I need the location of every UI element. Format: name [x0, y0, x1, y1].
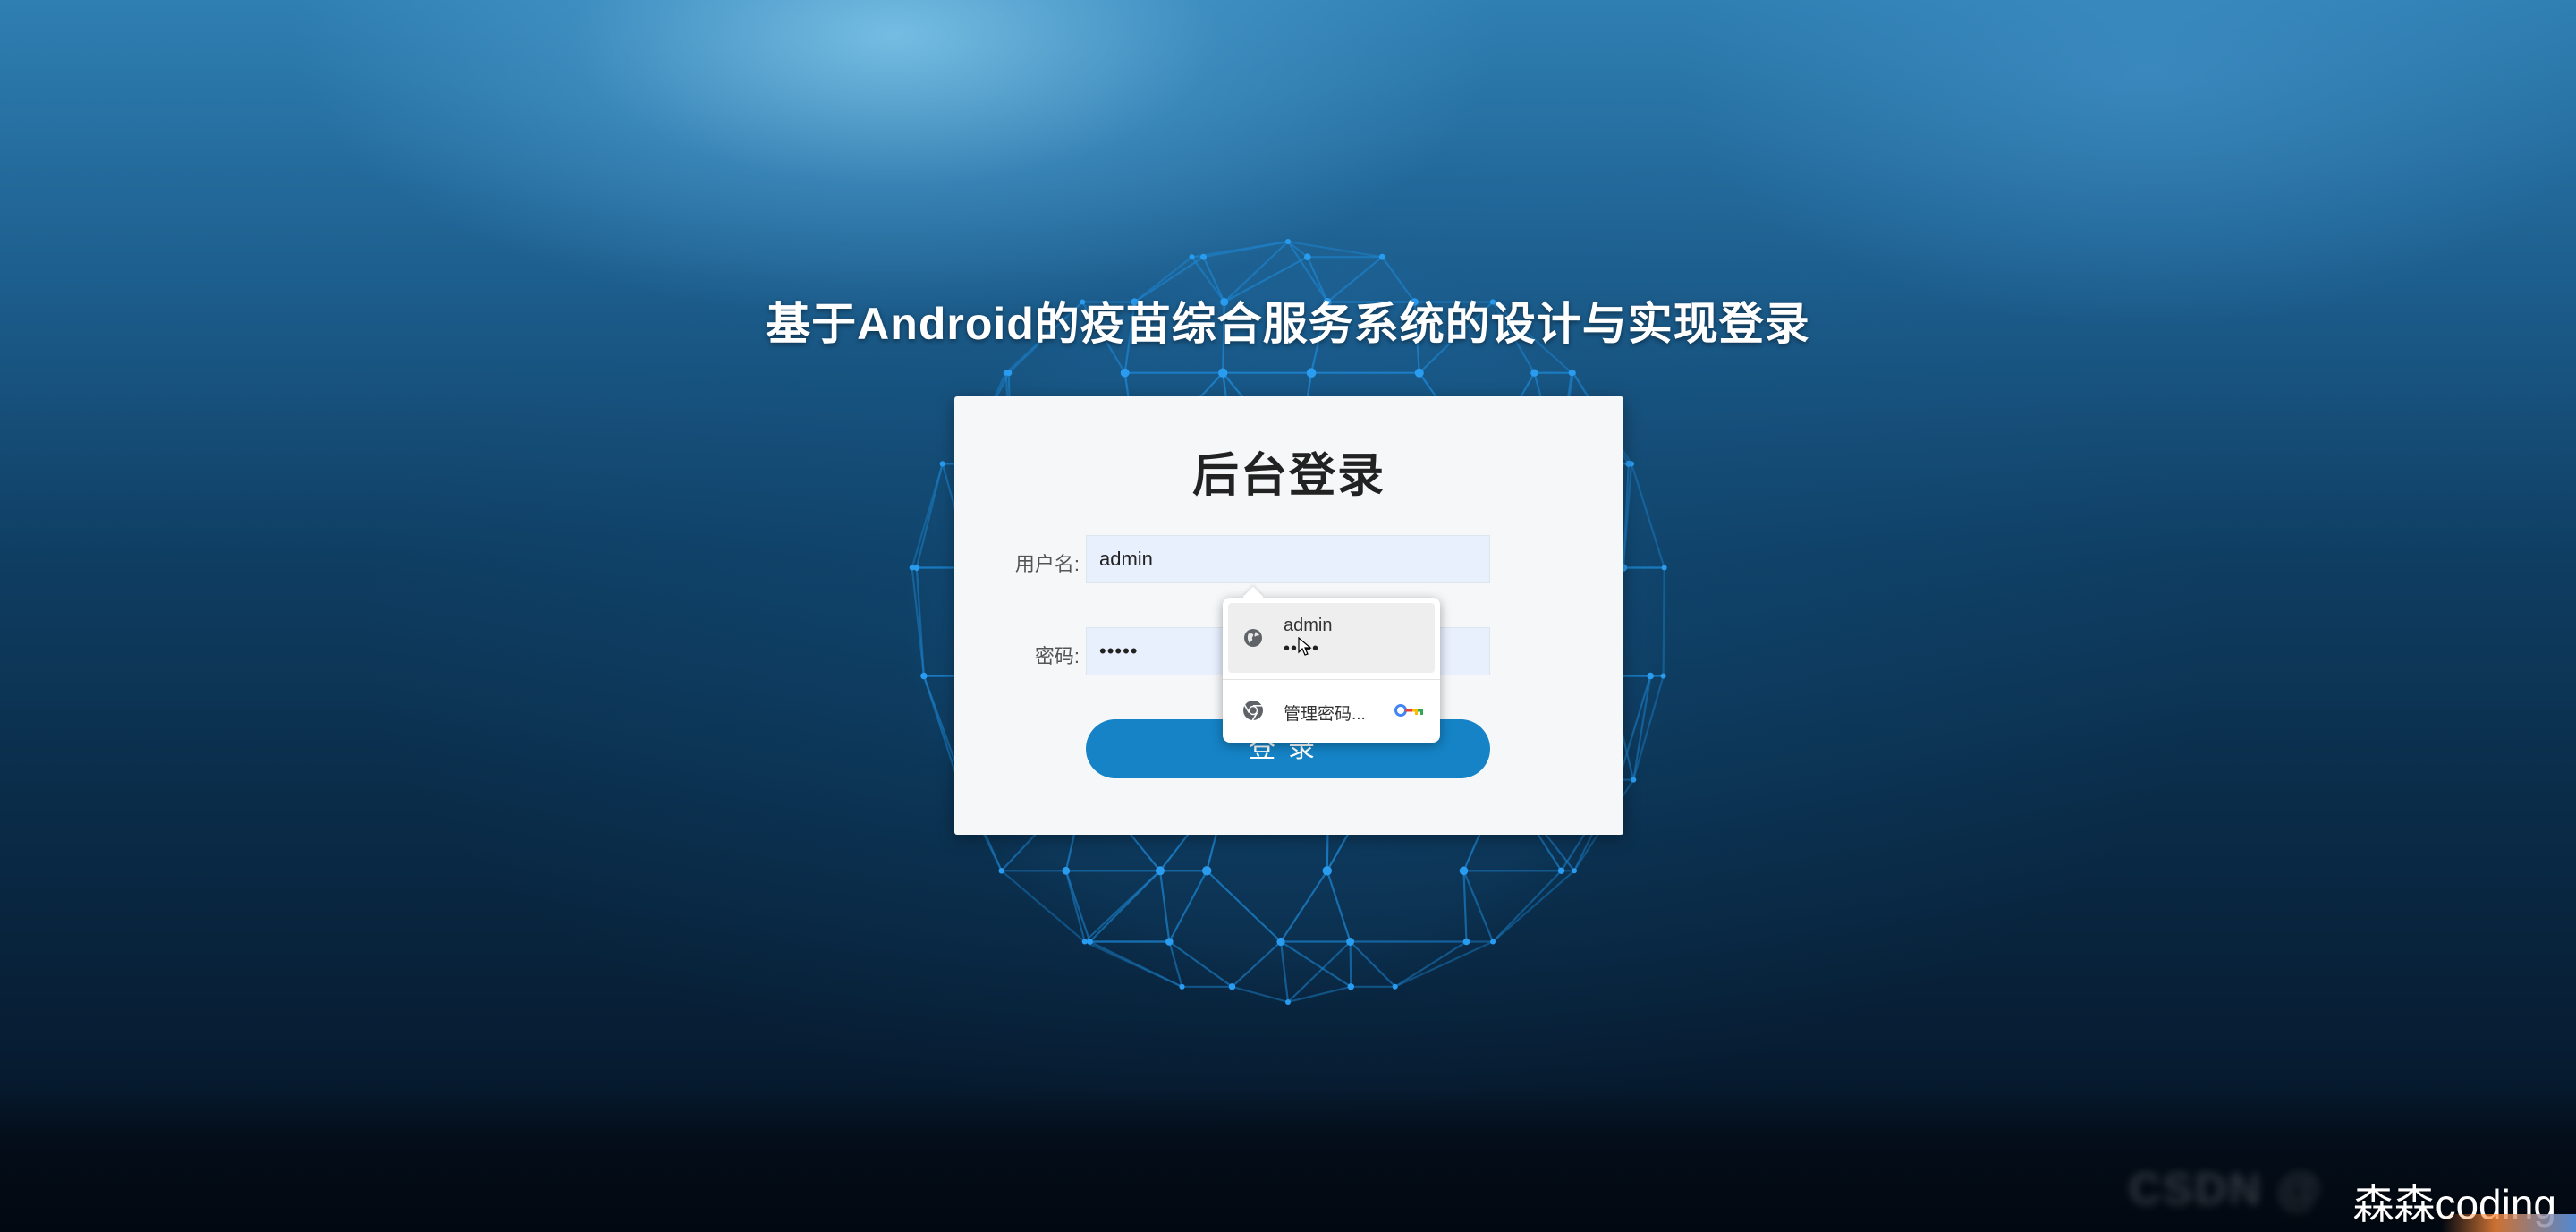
login-card-title: 后台登录	[1191, 450, 1385, 502]
chrome-icon	[1243, 701, 1263, 721]
globe-node	[1568, 370, 1575, 377]
globe-node	[1378, 253, 1385, 260]
username-label: 用户名:	[1014, 553, 1080, 575]
globe-node	[1120, 368, 1130, 378]
globe-node	[1322, 866, 1332, 876]
globe-node	[1306, 368, 1317, 378]
autofill-suggestion-admin[interactable]: admin •••••	[1228, 603, 1435, 673]
globe-node	[1087, 939, 1093, 945]
globe-node	[1647, 672, 1654, 680]
globe-node	[939, 461, 945, 467]
globe-node	[1285, 999, 1291, 1005]
blurred-watermark: CSDN @	[2129, 1164, 2323, 1214]
manage-passwords-label: 管理密码...	[1284, 705, 1366, 724]
globe-node	[1218, 368, 1228, 378]
globe-icon	[1244, 629, 1262, 647]
corner-accent	[2442, 1214, 2576, 1232]
login-page: 基于Android的疫苗综合服务系统的设计与实现登录 后台登录 用户名: adm…	[0, 0, 2576, 1232]
globe-node	[1081, 939, 1088, 945]
globe-node	[1459, 866, 1469, 876]
globe-edge	[1662, 567, 1665, 676]
password-label: 密码:	[1034, 645, 1080, 667]
globe-node	[1347, 983, 1354, 990]
globe-node	[1200, 253, 1207, 260]
globe-node	[1228, 983, 1236, 990]
globe-node	[920, 672, 928, 680]
cursor-icon	[1298, 637, 1312, 656]
globe-node	[1660, 673, 1666, 679]
globe-node	[1557, 867, 1565, 874]
globe-node	[1003, 370, 1009, 376]
manage-passwords-item[interactable]: 管理密码...	[1223, 687, 1440, 734]
globe-node	[1414, 368, 1424, 378]
page-title: 基于Android的疫苗综合服务系统的设计与实现登录	[766, 299, 1810, 349]
globe-edge	[1349, 941, 1352, 987]
globe-node	[1189, 254, 1195, 260]
globe-node	[1572, 868, 1577, 874]
globe-node	[1490, 939, 1496, 945]
globe-node	[1462, 938, 1470, 946]
globe-node	[1346, 938, 1355, 946]
globe-node	[1276, 937, 1285, 947]
globe-node	[1530, 369, 1538, 377]
globe-node	[998, 868, 1004, 874]
autofill-suggestion-username: admin	[1284, 616, 1333, 635]
username-input[interactable]: admin	[1086, 535, 1490, 583]
globe-node	[909, 565, 915, 571]
globe-node	[1631, 777, 1637, 783]
globe-node	[1661, 565, 1667, 571]
globe-node	[1062, 866, 1071, 875]
globe-node	[1156, 866, 1165, 876]
globe-node	[1392, 983, 1398, 990]
globe-node	[1304, 253, 1311, 260]
autofill-divider	[1223, 679, 1440, 680]
key-icon	[1394, 704, 1423, 717]
globe-node	[1202, 866, 1212, 876]
password-autofill-popup: admin ••••• 管理密码...	[1223, 598, 1440, 743]
globe-node	[1285, 239, 1291, 244]
globe-node	[1165, 938, 1174, 946]
globe-node	[1625, 460, 1632, 467]
globe-node	[1179, 983, 1185, 990]
